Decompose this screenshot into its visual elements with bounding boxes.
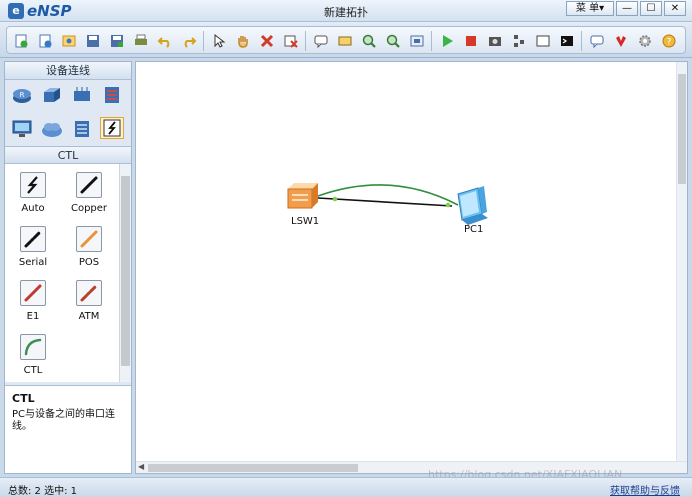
status-count: 总数: 2 选中: 1: [8, 486, 77, 497]
pc-pc1-icon[interactable]: [457, 186, 488, 225]
delete-icon[interactable]: [259, 33, 275, 49]
open-topology-icon[interactable]: [37, 33, 53, 49]
category-firewall-icon[interactable]: [100, 84, 124, 106]
title-bar: e eNSP 新建拓扑 菜 单▾ — ☐ ✕: [0, 0, 692, 22]
svg-text:R: R: [20, 91, 25, 99]
category-wireless-icon[interactable]: [70, 84, 94, 106]
help-icon[interactable]: ?: [661, 33, 677, 49]
save-icon[interactable]: [85, 33, 101, 49]
serial-link-icon: [20, 226, 46, 252]
toolbar-separator: [305, 31, 306, 51]
connection-list: Auto Copper Serial POS E1 ATM CTL: [5, 164, 119, 382]
scrollbar-thumb[interactable]: [148, 464, 358, 472]
atm-link-icon: [76, 280, 102, 306]
node-label-pc1: PC1: [464, 224, 484, 235]
toolbar-separator: [431, 31, 432, 51]
description-text: PC与设备之间的串口连线。: [12, 409, 116, 432]
console-icon[interactable]: [559, 33, 575, 49]
connection-label: E1: [26, 311, 40, 322]
selected-category-header: CTL: [5, 146, 131, 164]
e1-link-icon: [20, 280, 46, 306]
scrollbar-thumb[interactable]: [678, 74, 686, 184]
maximize-button[interactable]: ☐: [640, 1, 662, 16]
select-icon[interactable]: [211, 33, 227, 49]
connection-auto[interactable]: Auto: [5, 172, 61, 214]
switch-lsw1-icon[interactable]: [287, 183, 318, 209]
description-title: CTL: [12, 392, 35, 405]
close-button[interactable]: ✕: [664, 1, 686, 16]
device-panel: 设备连线 R CTL Auto Copper Serial POS E1 ATM…: [4, 61, 132, 474]
layout-icon[interactable]: [511, 33, 527, 49]
category-connection-icon[interactable]: [100, 117, 124, 139]
category-router-icon[interactable]: R: [10, 84, 34, 106]
print-icon[interactable]: [133, 33, 149, 49]
chat-icon[interactable]: [589, 33, 605, 49]
text-icon[interactable]: [313, 33, 329, 49]
connection-copper[interactable]: Copper: [61, 172, 117, 214]
link-copper[interactable]: [317, 197, 453, 207]
fit-topology-icon[interactable]: [409, 33, 425, 49]
pan-hand-icon[interactable]: [235, 33, 251, 49]
pos-link-icon: [76, 226, 102, 252]
connection-label: Copper: [70, 203, 108, 214]
toolbar-frame: ?: [6, 26, 686, 54]
redo-icon[interactable]: [181, 33, 197, 49]
node-label-lsw1: LSW1: [291, 216, 320, 227]
connection-atm[interactable]: ATM: [61, 280, 117, 322]
canvas-vertical-scrollbar[interactable]: [676, 62, 687, 462]
scrollbar-thumb[interactable]: [121, 176, 130, 366]
save-as-icon[interactable]: [109, 33, 125, 49]
status-bar: 总数: 2 选中: 1 获取帮助与反馈: [0, 477, 692, 497]
connection-label: Serial: [18, 257, 48, 268]
toolbar-separator: [203, 31, 204, 51]
connection-label: ATM: [78, 311, 100, 322]
stop-device-icon[interactable]: [463, 33, 479, 49]
auto-link-icon: [20, 172, 46, 198]
toolbar-separator: [581, 31, 582, 51]
main-menu-button[interactable]: 菜 单▾: [566, 1, 614, 16]
settings-gear-icon[interactable]: [637, 33, 653, 49]
connection-description: CTL PC与设备之间的串口连线。: [5, 385, 131, 473]
rectangle-icon[interactable]: [337, 33, 353, 49]
copper-link-icon: [76, 172, 102, 198]
connection-ctl[interactable]: CTL: [5, 334, 61, 376]
category-switch-icon[interactable]: [40, 84, 64, 106]
connection-list-scrollbar[interactable]: [119, 164, 131, 382]
svg-text:?: ?: [667, 38, 672, 48]
category-cloud-icon[interactable]: [40, 118, 64, 140]
help-feedback-link[interactable]: 获取帮助与反馈: [610, 482, 680, 497]
connection-pos[interactable]: POS: [61, 226, 117, 268]
device-panel-header: 设备连线: [5, 62, 131, 80]
category-other-device-icon[interactable]: [70, 118, 94, 140]
delete-links-icon[interactable]: [283, 33, 299, 49]
toolbar: ?: [0, 22, 692, 58]
minimize-button[interactable]: —: [616, 1, 638, 16]
category-terminal-icon[interactable]: [10, 118, 34, 140]
capture-icon[interactable]: [487, 33, 503, 49]
link-endpoint: [332, 196, 338, 202]
topology-drawing: [287, 183, 488, 225]
show-interface-icon[interactable]: [535, 33, 551, 49]
connection-e1[interactable]: E1: [5, 280, 61, 322]
undo-icon[interactable]: [157, 33, 173, 49]
zoom-out-icon[interactable]: [385, 33, 401, 49]
start-device-icon[interactable]: [439, 33, 455, 49]
connection-label: POS: [78, 257, 100, 268]
new-topology-icon[interactable]: [13, 33, 29, 49]
connection-label: Auto: [21, 203, 45, 214]
huawei-logo-icon[interactable]: [613, 33, 629, 49]
connection-serial[interactable]: Serial: [5, 226, 61, 268]
zoom-in-icon[interactable]: [361, 33, 377, 49]
scroll-left-arrow-icon[interactable]: ◀: [138, 462, 144, 471]
link-endpoint: [445, 202, 451, 208]
topology-canvas[interactable]: LSW1 PC1 ◀: [135, 61, 688, 474]
connection-label: CTL: [23, 365, 43, 376]
ctl-link-icon: [20, 334, 46, 360]
open-example-icon[interactable]: [61, 33, 77, 49]
